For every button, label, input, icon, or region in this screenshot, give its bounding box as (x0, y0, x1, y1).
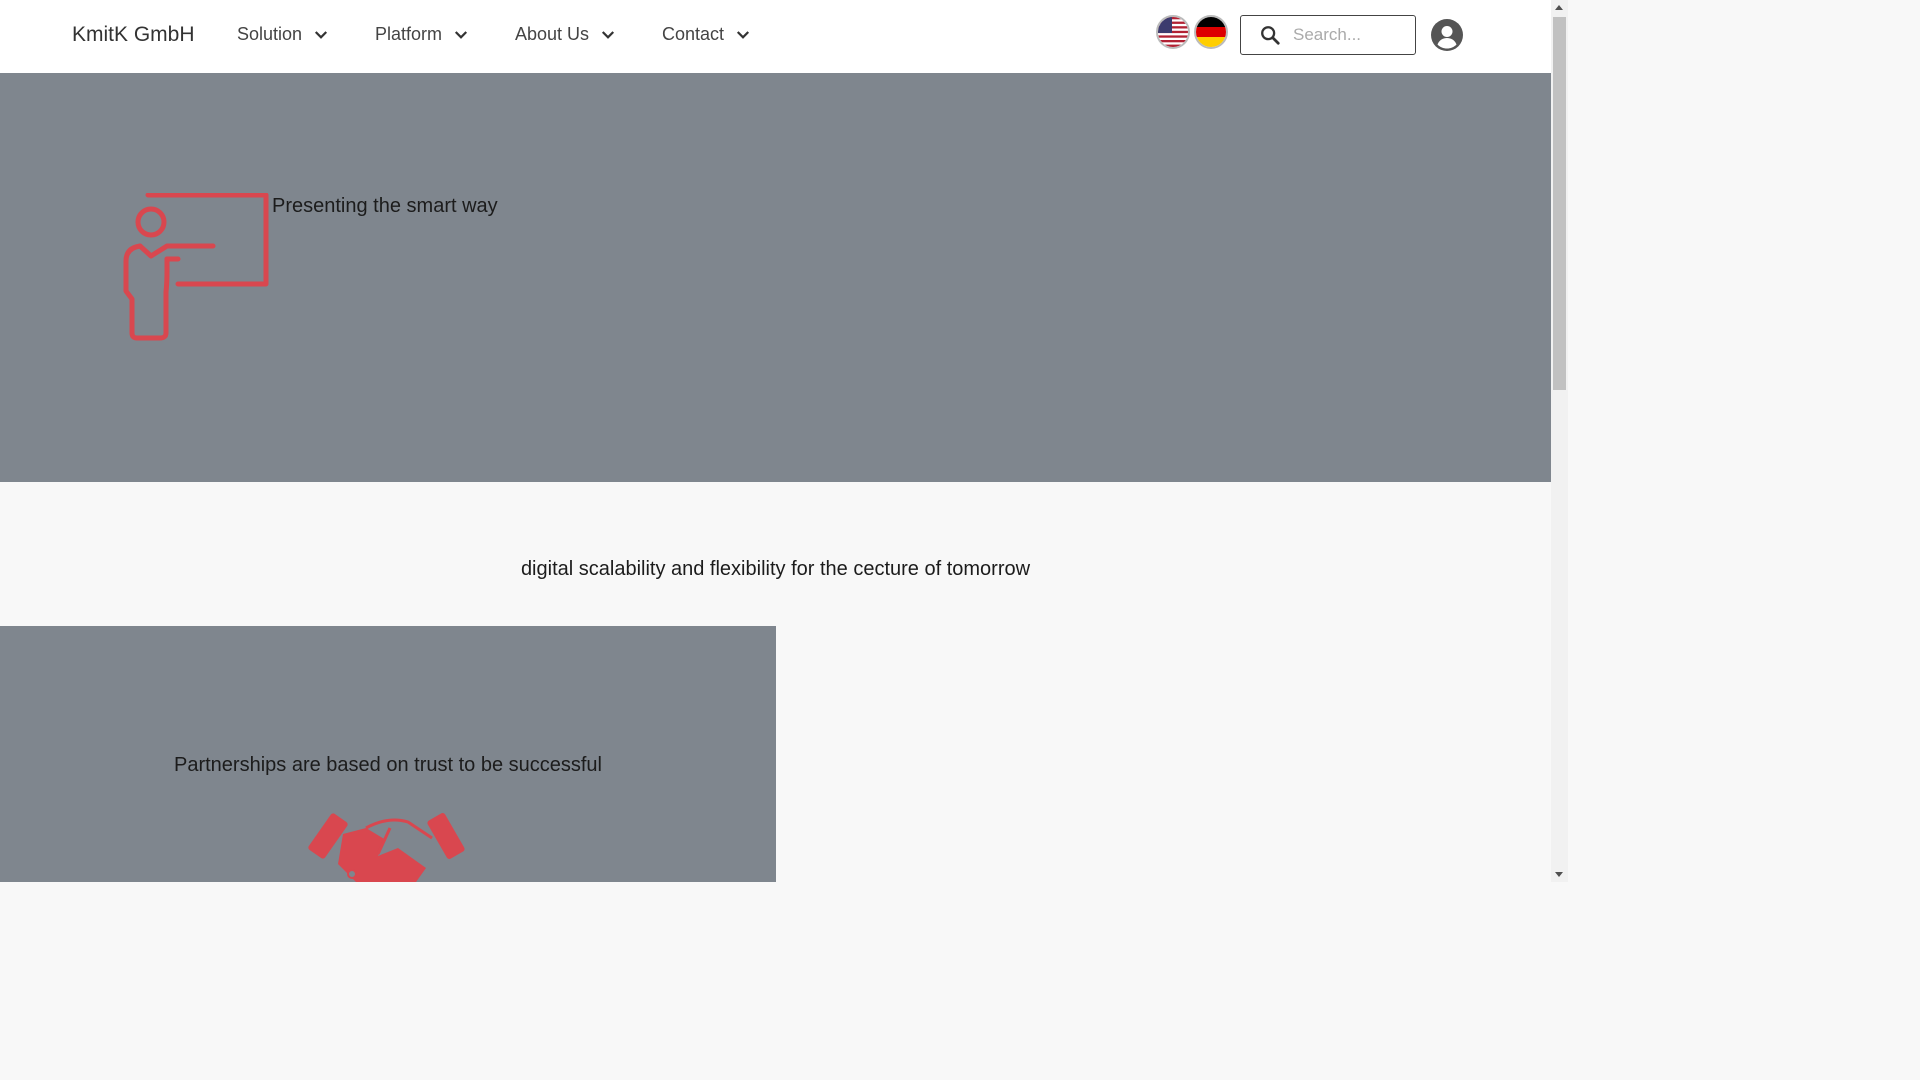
chevron-down-icon (454, 30, 468, 39)
search-box[interactable] (1240, 15, 1416, 55)
presenter-board-icon (123, 193, 269, 341)
hero-section: Presenting the smart way (0, 73, 1551, 482)
scrollbar-thumb[interactable] (1553, 17, 1566, 390)
nav-item-label: Contact (662, 24, 725, 44)
partnership-section: Partnerships are based on trust to be su… (0, 626, 776, 882)
user-account-icon[interactable] (1431, 19, 1463, 51)
us-flag-icon[interactable] (1156, 15, 1190, 49)
chevron-down-icon (315, 30, 328, 39)
nav-item-contact[interactable]: Contact (662, 24, 752, 45)
top-navbar: KmitK GmbH Solution Platform About Us Co… (0, 0, 1551, 73)
vertical-scrollbar[interactable] (1551, 0, 1568, 882)
nav-item-label: Solution (237, 24, 303, 44)
scroll-down-arrow-icon[interactable] (1555, 872, 1563, 877)
tagline-text: digital scalability and flexibility for … (520, 558, 1031, 580)
handshake-icon (308, 813, 465, 882)
hero-text: Presenting the smart way (272, 195, 498, 217)
brand-logo-text[interactable]: KmitK GmbH (72, 23, 195, 47)
nav-item-label: Platform (375, 24, 443, 44)
chevron-down-icon (737, 30, 750, 39)
chevron-down-icon (602, 30, 615, 39)
nav-item-platform[interactable]: Platform (375, 24, 470, 45)
nav-item-solution[interactable]: Solution (237, 24, 330, 45)
scroll-up-arrow-icon[interactable] (1555, 5, 1563, 10)
search-input[interactable] (1291, 24, 1415, 46)
nav-item-about-us[interactable]: About Us (515, 24, 617, 45)
search-icon[interactable] (1259, 24, 1281, 46)
nav-item-label: About Us (515, 24, 590, 44)
partnership-text: Partnerships are based on trust to be su… (173, 754, 602, 776)
de-flag-icon[interactable] (1194, 15, 1228, 49)
